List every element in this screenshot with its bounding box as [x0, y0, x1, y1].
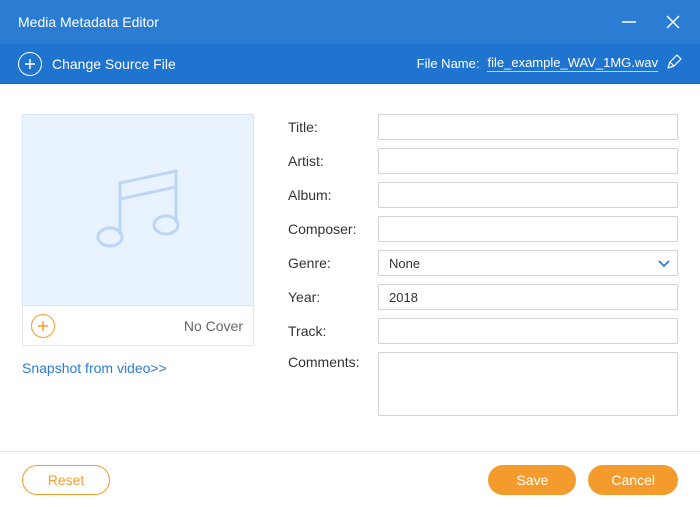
file-name-display: File Name: file_example_WAV_1MG.wav — [417, 54, 682, 73]
comments-label: Comments: — [288, 352, 364, 370]
year-label: Year: — [288, 289, 364, 305]
reset-button[interactable]: Reset — [22, 465, 110, 495]
toolbar: Change Source File File Name: file_examp… — [0, 44, 700, 84]
year-field[interactable] — [378, 284, 678, 310]
save-button[interactable]: Save — [488, 465, 576, 495]
cover-footer: No Cover — [22, 306, 254, 346]
change-source-button[interactable]: Change Source File — [18, 52, 176, 76]
close-icon[interactable] — [664, 13, 682, 31]
cancel-button[interactable]: Cancel — [588, 465, 678, 495]
footer: Reset Save Cancel — [0, 451, 700, 507]
window-title: Media Metadata Editor — [18, 14, 159, 30]
edit-filename-icon[interactable] — [666, 54, 682, 73]
no-cover-label: No Cover — [184, 318, 243, 334]
music-note-icon — [78, 149, 198, 272]
comments-field[interactable] — [378, 352, 678, 416]
minimize-icon[interactable] — [620, 13, 638, 31]
change-source-label: Change Source File — [52, 56, 176, 72]
artist-field[interactable] — [378, 148, 678, 174]
titlebar: Media Metadata Editor — [0, 0, 700, 44]
add-cover-button[interactable] — [31, 314, 55, 338]
file-name-label: File Name: — [417, 56, 480, 71]
composer-field[interactable] — [378, 216, 678, 242]
artist-label: Artist: — [288, 153, 364, 169]
title-field[interactable] — [378, 114, 678, 140]
snapshot-from-video-link[interactable]: Snapshot from video>> — [22, 360, 254, 376]
composer-label: Composer: — [288, 221, 364, 237]
title-label: Title: — [288, 119, 364, 135]
genre-label: Genre: — [288, 255, 364, 271]
plus-icon — [18, 52, 42, 76]
genre-select[interactable] — [378, 250, 678, 276]
album-field[interactable] — [378, 182, 678, 208]
metadata-form: Title: Artist: Album: Composer: Genre: Y — [288, 114, 678, 439]
main-content: No Cover Snapshot from video>> Title: Ar… — [0, 84, 700, 451]
track-field[interactable] — [378, 318, 678, 344]
cover-art-placeholder — [22, 114, 254, 306]
track-label: Track: — [288, 323, 364, 339]
cover-panel: No Cover Snapshot from video>> — [22, 114, 254, 439]
album-label: Album: — [288, 187, 364, 203]
genre-value[interactable] — [378, 250, 678, 276]
file-name-value: file_example_WAV_1MG.wav — [487, 55, 658, 72]
